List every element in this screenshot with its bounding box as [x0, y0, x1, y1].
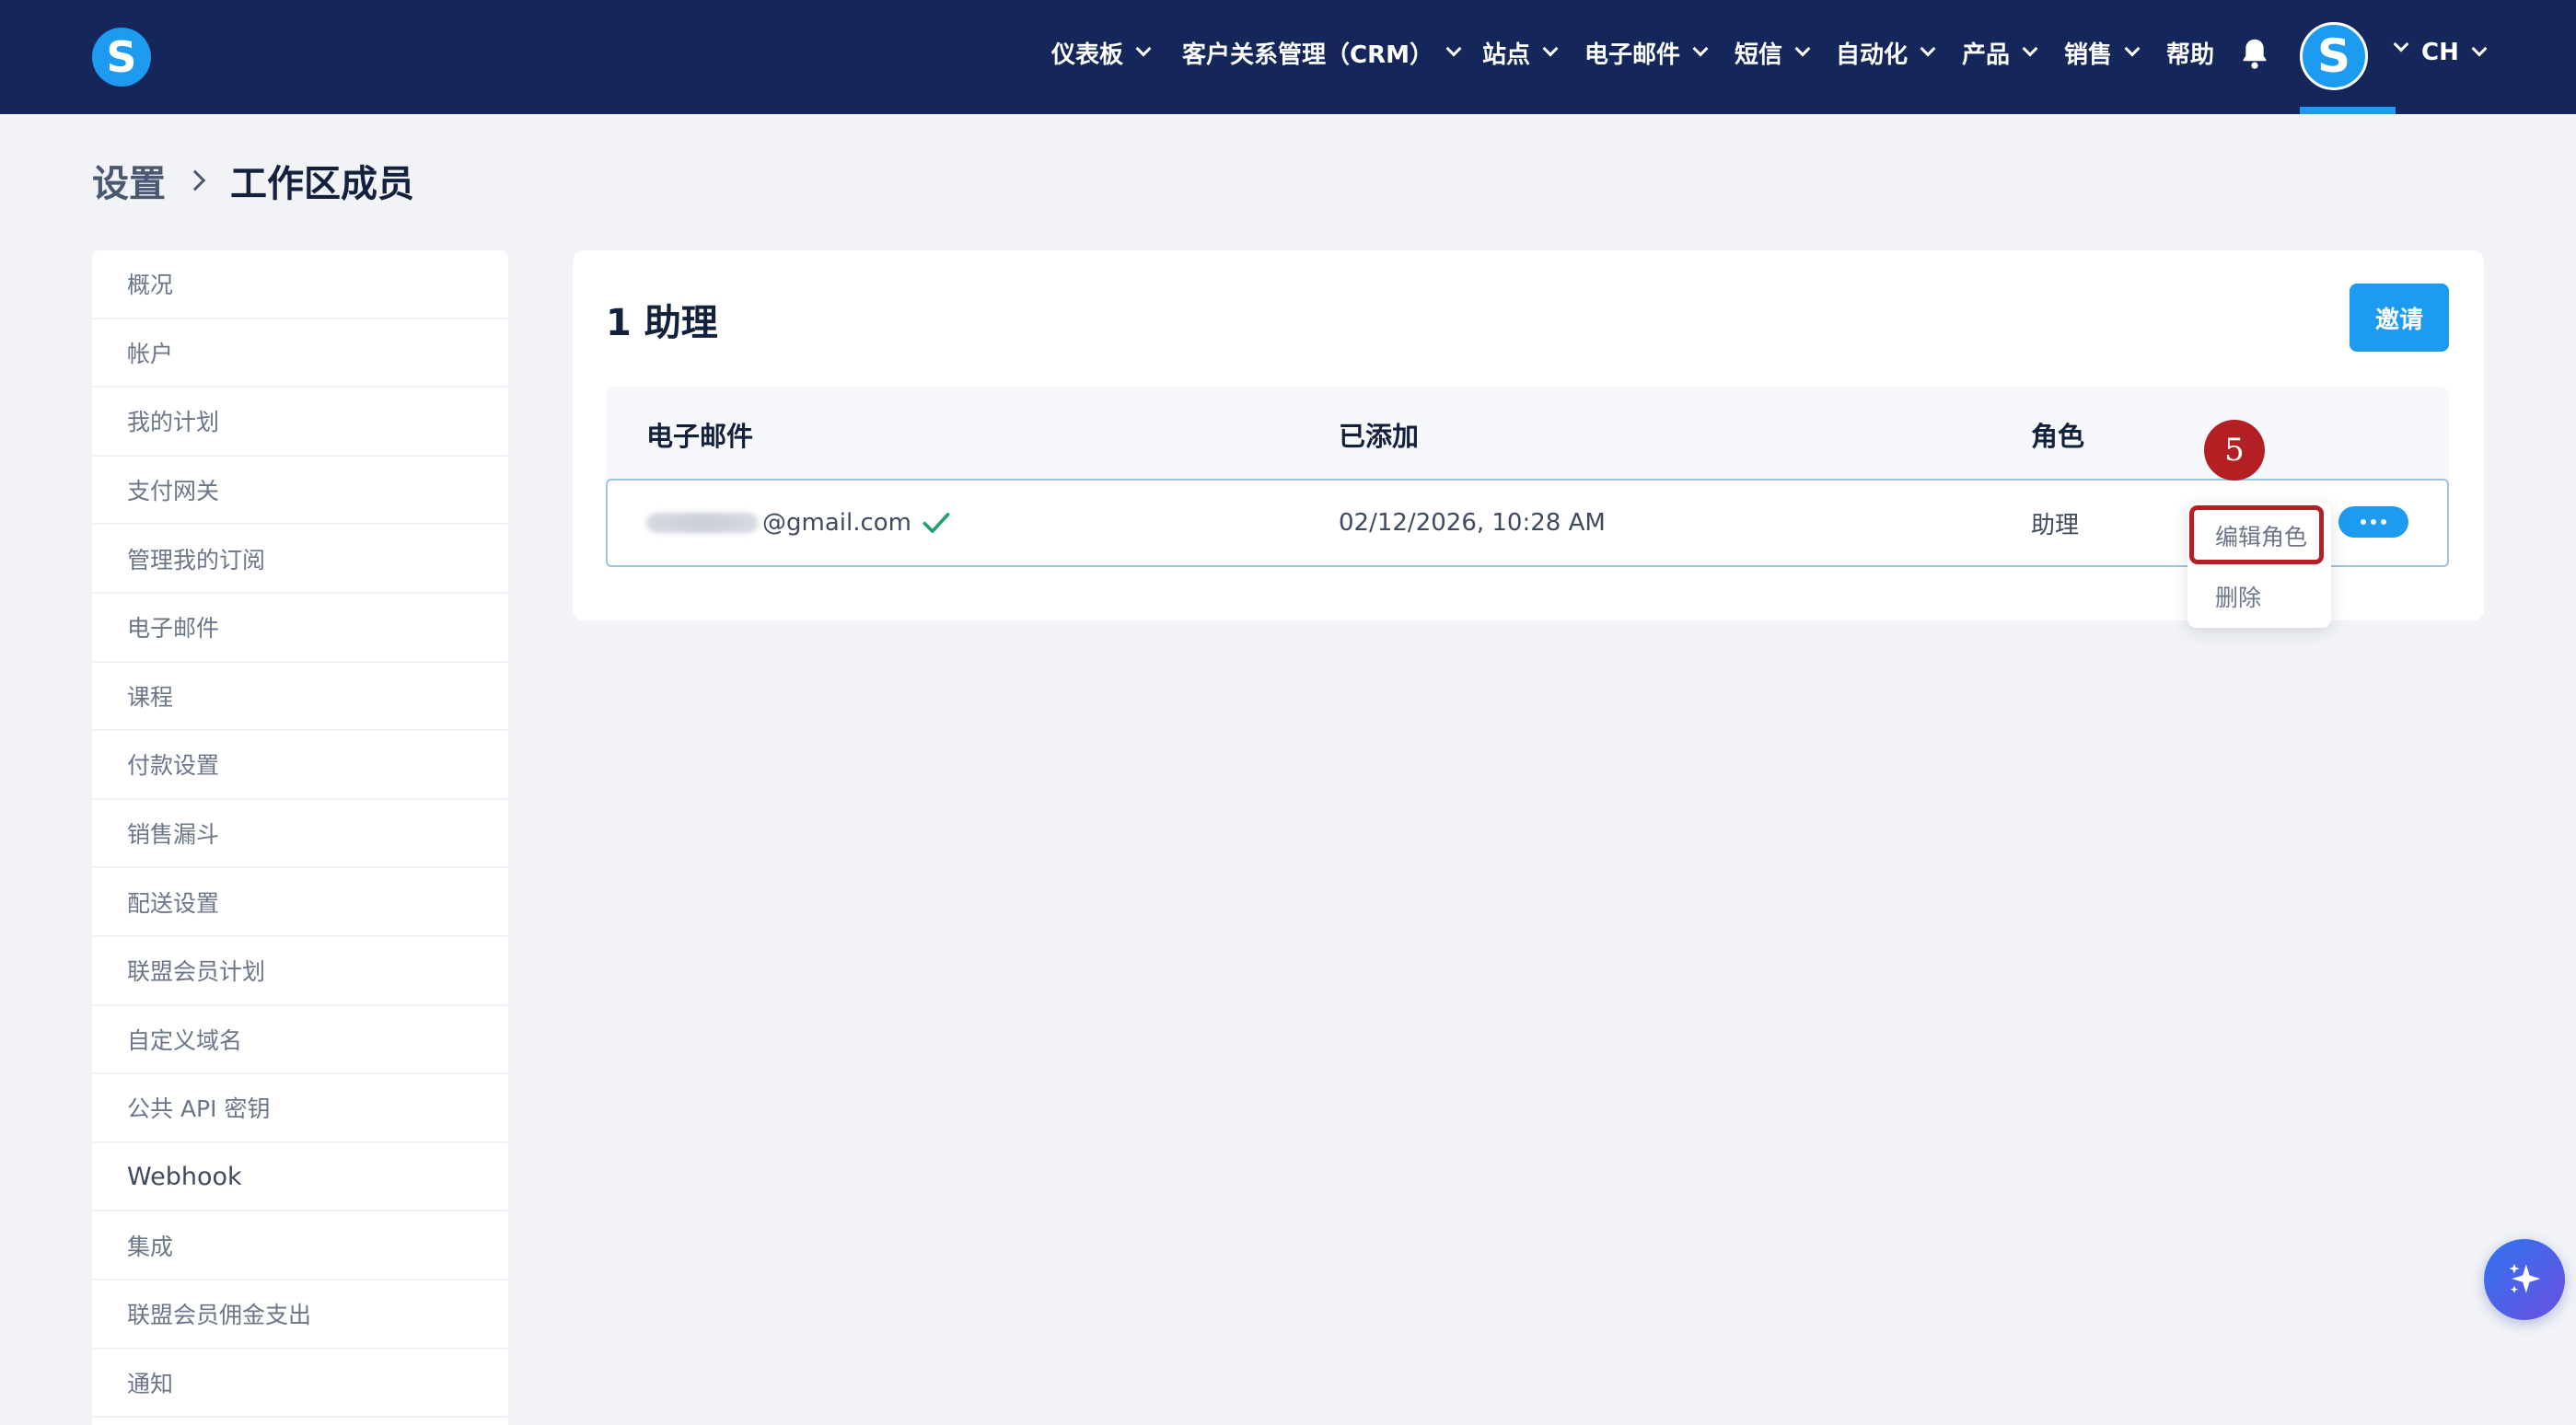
nav-item-label: 销售: [2064, 41, 2113, 69]
nav-item-sms[interactable]: 短信: [1735, 0, 1811, 105]
member-email-cell: @gmail.com: [646, 481, 952, 565]
top-nav-bar: S 仪表板 客户关系管理（CRM） 站点 电子邮件 短信 自动化 产品 销售 帮…: [0, 0, 2576, 114]
page-title: 工作区成员: [230, 163, 414, 205]
active-indicator: [2300, 107, 2396, 114]
chevron-down-icon: [2471, 41, 2488, 57]
member-added-cell: 02/12/2026, 10:28 AM: [1339, 509, 1606, 537]
settings-sidebar: 概况 帐户 我的计划 支付网关 管理我的订阅 电子邮件 课程 付款设置 销售漏斗…: [92, 250, 508, 1425]
nav-item-crm[interactable]: 客户关系管理（CRM）: [1182, 0, 1462, 105]
sidebar-item-notifications[interactable]: 通知: [92, 1350, 508, 1419]
chevron-down-icon: [2022, 41, 2038, 57]
column-header-role: 角色: [2031, 421, 2085, 452]
chevron-down-icon: [1920, 41, 1936, 57]
nav-item-label: 自动化: [1836, 41, 1909, 69]
sidebar-item-payment-settings[interactable]: 付款设置: [92, 731, 508, 800]
sidebar-item-my-plan[interactable]: 我的计划: [92, 388, 508, 457]
chevron-down-icon: [2124, 41, 2141, 57]
nav-item-sites[interactable]: 站点: [1482, 0, 1559, 105]
sidebar-item-affiliate-payouts[interactable]: 联盟会员佣金支出: [92, 1280, 508, 1350]
step-number-badge: 5: [2204, 420, 2265, 481]
nav-item-sales[interactable]: 销售: [2064, 0, 2141, 105]
more-dots-icon: [2361, 519, 2366, 525]
chevron-down-icon: [1135, 41, 1152, 57]
language-switcher[interactable]: CH: [2421, 0, 2488, 105]
chevron-down-icon: [1692, 41, 1709, 57]
breadcrumb-settings[interactable]: 设置: [92, 154, 166, 207]
sidebar-item-affiliate-program[interactable]: 联盟会员计划: [92, 937, 508, 1006]
member-role-cell: 助理: [2031, 511, 2080, 539]
nav-item-label: 电子邮件: [1584, 41, 1681, 69]
nav-item-email[interactable]: 电子邮件: [1584, 0, 1709, 105]
column-header-email: 电子邮件: [646, 421, 754, 452]
bell-icon[interactable]: [2239, 37, 2270, 70]
chevron-down-icon: [1445, 41, 1462, 57]
sidebar-item-courses[interactable]: 课程: [92, 663, 508, 732]
checkmark-icon: [922, 513, 950, 533]
more-dots-icon-dot: [2371, 519, 2376, 525]
table-row: @gmail.com 02/12/2026, 10:28 AM 助理: [606, 479, 2449, 567]
sidebar-item-manage-subscription[interactable]: 管理我的订阅: [92, 525, 508, 594]
sparkle-icon: [2509, 1263, 2541, 1293]
logo[interactable]: S: [92, 28, 151, 87]
nav-item-label: 帮助: [2166, 41, 2215, 69]
nav-item-label: 产品: [1962, 41, 2011, 69]
nav-item-label: 短信: [1735, 41, 1783, 69]
sidebar-item-email[interactable]: 电子邮件: [92, 594, 508, 663]
chevron-down-icon: [1542, 41, 1559, 57]
nav-item-label: 站点: [1482, 41, 1531, 69]
chevron-down-icon[interactable]: [2393, 36, 2409, 52]
sidebar-item-sales-funnel[interactable]: 销售漏斗: [92, 800, 508, 869]
more-dots-icon-dot: [2381, 519, 2386, 525]
member-email-domain: @gmail.com: [762, 509, 912, 537]
members-title: 1 助理: [606, 302, 718, 344]
more-actions-button[interactable]: [2338, 506, 2408, 538]
nav-item-automation[interactable]: 自动化: [1836, 0, 1936, 105]
nav-item-products[interactable]: 产品: [1962, 0, 2038, 105]
language-label: CH: [2421, 39, 2459, 66]
sidebar-item-integrations[interactable]: 集成: [92, 1211, 508, 1280]
nav-item-label: 客户关系管理（CRM）: [1182, 41, 1433, 69]
nav-item-dashboard[interactable]: 仪表板: [1051, 0, 1152, 105]
sidebar-item-overview[interactable]: 概况: [92, 250, 508, 319]
sidebar-item-shipping-settings[interactable]: 配送设置: [92, 868, 508, 937]
nav-item-label: 仪表板: [1051, 41, 1124, 69]
sidebar-item-payment-gateway[interactable]: 支付网关: [92, 457, 508, 526]
nav-item-help[interactable]: 帮助: [2166, 0, 2214, 105]
sidebar-item-webhook[interactable]: Webhook: [92, 1143, 508, 1212]
sidebar-item-custom-domain[interactable]: 自定义域名: [92, 1006, 508, 1075]
sidebar-item-public-api-key[interactable]: 公共 API 密钥: [92, 1074, 508, 1143]
column-header-added: 已添加: [1339, 421, 1420, 452]
sidebar-item-account[interactable]: 帐户: [92, 319, 508, 388]
redacted-email-prefix: [646, 513, 759, 533]
app-root: S 仪表板 客户关系管理（CRM） 站点 电子邮件 短信 自动化 产品 销售 帮…: [0, 0, 2576, 1425]
menu-item-delete[interactable]: 删除: [2215, 580, 2261, 613]
chevron-right-icon: [184, 169, 206, 191]
table-header: 电子邮件 已添加 角色: [606, 387, 2449, 482]
ai-assistant-button[interactable]: [2484, 1239, 2565, 1320]
avatar[interactable]: S: [2300, 22, 2368, 90]
invite-button[interactable]: 邀请: [2350, 284, 2449, 352]
step-highlight-box: [2189, 505, 2324, 564]
chevron-down-icon: [1794, 41, 1811, 57]
breadcrumb: 设置 工作区成员: [92, 155, 414, 206]
